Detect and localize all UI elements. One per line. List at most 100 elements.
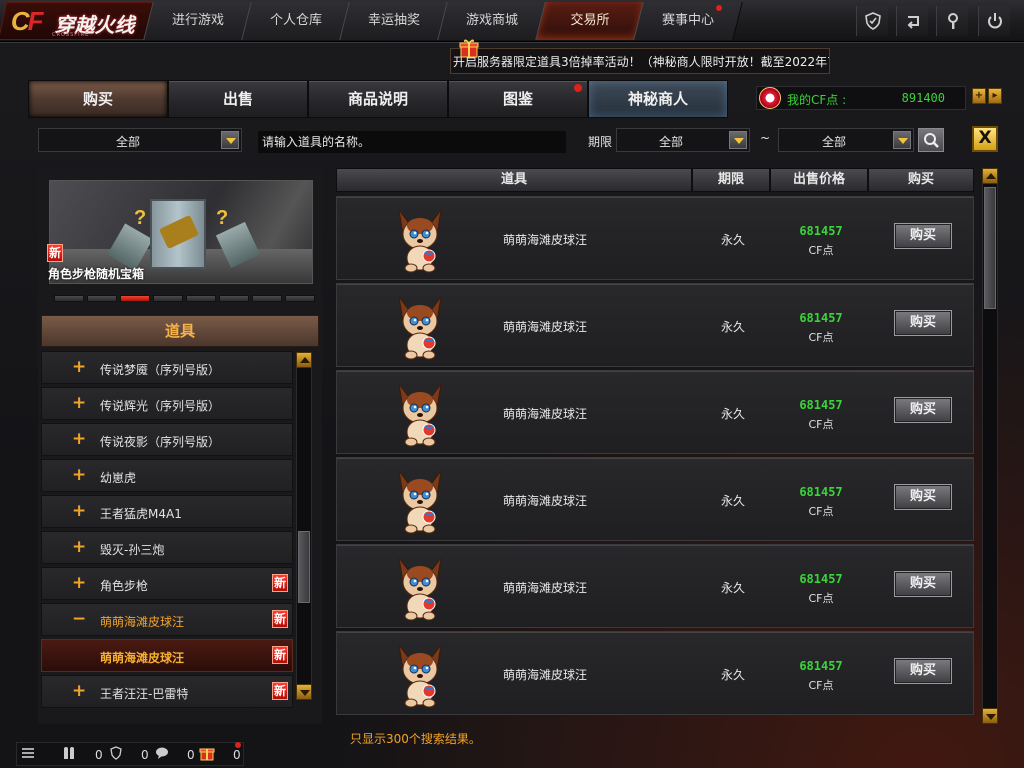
banner-page-dot[interactable] — [252, 295, 282, 302]
banner-page-dot[interactable] — [54, 295, 84, 302]
buy-button[interactable]: 购买 — [894, 571, 952, 597]
expand-icon[interactable]: + — [72, 681, 86, 701]
exchange-window: CF 穿越火线 CROSSFIRE 进行游戏 个人仓库 幸运抽奖 游戏商城 交易… — [0, 0, 1024, 768]
shield-count: 0 — [141, 748, 149, 762]
return-icon[interactable] — [896, 6, 928, 36]
item-name: 萌萌海滩皮球汪 — [503, 581, 588, 595]
new-badge: 新 — [272, 574, 288, 592]
tab-mystery-merchant[interactable]: 神秘商人 — [588, 80, 728, 118]
nav-tab-lucky-draw[interactable]: 幸运抽奖 — [339, 2, 449, 40]
period-to-dropdown[interactable]: 全部 — [778, 128, 914, 152]
range-tilde: ~ — [760, 131, 771, 145]
buy-button[interactable]: 购买 — [894, 223, 952, 249]
featured-item-banner[interactable]: ? ? 新 角色步枪随机宝箱 — [47, 180, 313, 284]
balance-arrow-button[interactable]: ▸ — [988, 88, 1002, 104]
gift-icon[interactable] — [199, 745, 215, 764]
bottom-status-bar: 0 0 0 0 — [16, 742, 244, 766]
banner-page-dot[interactable] — [186, 295, 216, 302]
table-scrollbar[interactable] — [982, 168, 998, 724]
shield-icon[interactable] — [856, 6, 888, 36]
category-item[interactable]: + 传说夜影（序列号版） — [41, 423, 293, 456]
column-term[interactable]: 期限 — [692, 168, 770, 192]
category-item[interactable]: + 角色步枪 新 — [41, 567, 293, 600]
banner-page-dot[interactable] — [120, 295, 150, 302]
banner-pager — [54, 295, 318, 303]
category-item[interactable]: − 萌萌海滩皮球汪 新 — [41, 603, 293, 636]
nav-tab-mall[interactable]: 游戏商城 — [437, 2, 547, 40]
nav-tab-events[interactable]: 赛事中心 — [633, 2, 743, 40]
banner-page-dot[interactable] — [219, 295, 249, 302]
menu-icon[interactable] — [21, 746, 35, 763]
category-subitem[interactable]: 萌萌海滩皮球汪 新 — [41, 639, 293, 672]
table-row: 萌萌海滩皮球汪 永久 681457 CF点 购买 — [336, 370, 974, 454]
nav-tab-inventory[interactable]: 个人仓库 — [241, 2, 351, 40]
category-item[interactable]: + 毁灭-孙三炮 — [41, 531, 293, 564]
banner-page-dot[interactable] — [285, 295, 315, 302]
close-button[interactable]: X — [972, 126, 998, 152]
item-price: 681457 — [799, 311, 843, 325]
puppy-item-icon — [389, 291, 451, 361]
buy-button[interactable]: 购买 — [894, 397, 952, 423]
category-dropdown[interactable]: 全部 — [38, 128, 242, 152]
chat-icon[interactable] — [155, 746, 169, 763]
category-item-label: 传说夜影（序列号版） — [100, 435, 221, 449]
expand-icon[interactable]: + — [72, 393, 86, 413]
item-name: 萌萌海滩皮球汪 — [503, 320, 588, 334]
banner-page-dot[interactable] — [153, 295, 183, 302]
expand-icon[interactable]: + — [72, 573, 86, 593]
expand-icon[interactable]: + — [72, 465, 86, 485]
search-input[interactable] — [258, 131, 566, 153]
ammo-icon[interactable] — [63, 746, 75, 763]
category-item-label: 萌萌海滩皮球汪 — [100, 615, 185, 629]
scroll-down-icon[interactable] — [982, 708, 998, 724]
puppy-item-icon — [389, 378, 451, 448]
cf-balance-label: 我的CF点 : — [787, 93, 847, 107]
top-navigation-bar: CF 穿越火线 CROSSFIRE 进行游戏 个人仓库 幸运抽奖 游戏商城 交易… — [0, 0, 1024, 42]
item-term: 永久 — [721, 668, 746, 682]
scroll-up-icon[interactable] — [982, 168, 998, 184]
category-item-label: 传说辉光（序列号版） — [100, 399, 221, 413]
item-term: 永久 — [721, 320, 746, 334]
scroll-up-icon[interactable] — [296, 352, 312, 368]
tab-catalog[interactable]: 图鉴 — [448, 80, 588, 118]
category-scrollbar[interactable] — [296, 352, 312, 700]
table-row: 萌萌海滩皮球汪 永久 681457 CF点 购买 — [336, 457, 974, 541]
game-logo: CF 穿越火线 CROSSFIRE — [0, 2, 159, 40]
category-item[interactable]: + 幼崽虎 — [41, 459, 293, 492]
banner-page-dot[interactable] — [87, 295, 117, 302]
chevron-down-icon — [729, 131, 747, 149]
tab-item-description[interactable]: 商品说明 — [308, 80, 448, 118]
scroll-thumb[interactable] — [984, 187, 996, 309]
tab-sell[interactable]: 出售 — [168, 80, 308, 118]
expand-icon[interactable]: + — [72, 501, 86, 521]
buy-button[interactable]: 购买 — [894, 310, 952, 336]
tab-buy[interactable]: 购买 — [28, 80, 168, 118]
item-price: 681457 — [799, 485, 843, 499]
column-item[interactable]: 道具 — [336, 168, 692, 192]
expand-icon[interactable]: + — [72, 357, 86, 377]
table-row: 萌萌海滩皮球汪 永久 681457 CF点 购买 — [336, 631, 974, 715]
shield-icon[interactable] — [109, 746, 123, 763]
scroll-down-icon[interactable] — [296, 684, 312, 700]
period-from-dropdown[interactable]: 全部 — [616, 128, 750, 152]
buy-button[interactable]: 购买 — [894, 658, 952, 684]
power-icon[interactable] — [978, 6, 1010, 36]
category-item[interactable]: + 王者汪汪-巴雷特 新 — [41, 675, 293, 708]
category-item-label: 王者汪汪-巴雷特 — [100, 687, 189, 701]
nav-tab-exchange[interactable]: 交易所 — [535, 2, 645, 40]
buy-button[interactable]: 购买 — [894, 484, 952, 510]
nav-tab-play[interactable]: 进行游戏 — [143, 2, 253, 40]
wrench-icon[interactable] — [936, 6, 968, 36]
category-item[interactable]: + 王者猛虎M4A1 — [41, 495, 293, 528]
collapse-icon[interactable]: − — [72, 609, 86, 629]
category-item-label: 萌萌海滩皮球汪 — [100, 651, 185, 665]
category-item[interactable]: + 传说梦魇（序列号版） — [41, 351, 293, 384]
column-price[interactable]: 出售价格 — [770, 168, 868, 192]
scroll-thumb[interactable] — [298, 531, 310, 603]
search-button[interactable] — [918, 128, 944, 152]
category-item[interactable]: + 传说辉光（序列号版） — [41, 387, 293, 420]
recharge-plus-button[interactable]: + — [972, 88, 986, 104]
expand-icon[interactable]: + — [72, 537, 86, 557]
expand-icon[interactable]: + — [72, 429, 86, 449]
gift-icon[interactable] — [458, 38, 480, 58]
